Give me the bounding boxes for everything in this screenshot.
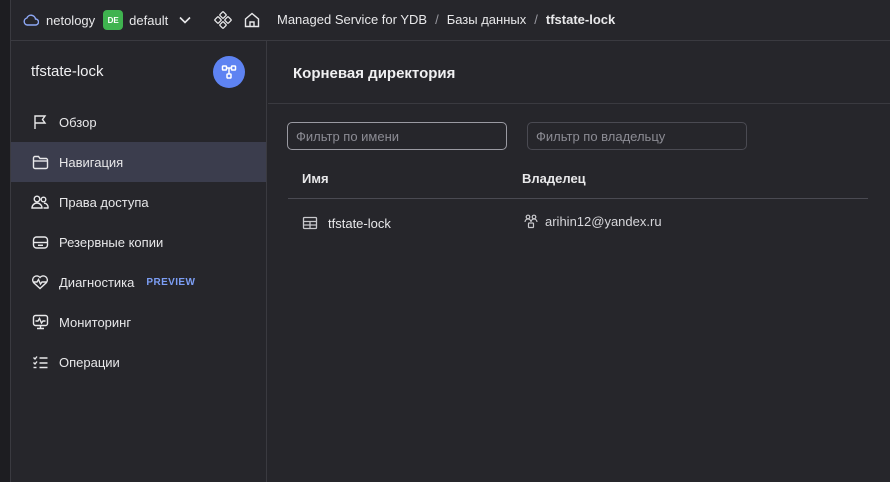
cloud-selector[interactable]: netology xyxy=(23,12,95,28)
breadcrumb-current: tfstate-lock xyxy=(545,12,616,27)
sidebar-item-label: Мониторинг xyxy=(59,314,132,330)
left-edge-strip xyxy=(0,0,11,482)
home-icon[interactable] xyxy=(243,11,261,29)
sidebar-item-label: Обзор xyxy=(59,114,97,130)
folder-name[interactable]: default xyxy=(129,13,168,28)
table-header-divider xyxy=(288,198,868,199)
folder-badge: DE xyxy=(103,10,124,30)
list-icon xyxy=(31,353,49,371)
page-title: Корневая директория xyxy=(293,65,456,82)
sidebar: tfstate-lock Обзор Навигация Права досту… xyxy=(11,41,267,482)
sidebar-item-overview[interactable]: Обзор xyxy=(11,102,266,142)
users-icon xyxy=(31,193,49,211)
database-icon xyxy=(213,56,245,88)
column-header-name[interactable]: Имя xyxy=(302,171,329,186)
backup-icon xyxy=(31,233,49,251)
sidebar-item-label: Диагностика xyxy=(59,274,135,290)
sidebar-item-navigation[interactable]: Навигация xyxy=(11,142,266,182)
heart-pulse-icon xyxy=(31,273,49,291)
sidebar-item-label: Операции xyxy=(59,354,120,370)
sidebar-item-access[interactable]: Права доступа xyxy=(11,182,266,222)
flag-icon xyxy=(31,113,49,131)
sidebar-item-monitoring[interactable]: Мониторинг xyxy=(11,302,266,342)
sidebar-item-backups[interactable]: Резервные копии xyxy=(11,222,266,262)
sidebar-item-label: Резервные копии xyxy=(59,234,164,250)
row-name: tfstate-lock xyxy=(328,215,391,231)
row-name-cell[interactable]: tfstate-lock xyxy=(302,215,391,231)
divider xyxy=(268,103,890,104)
cloud-icon xyxy=(23,12,39,28)
row-owner: arihin12@yandex.ru xyxy=(545,213,662,229)
sidebar-item-diagnostics[interactable]: Диагностика PREVIEW xyxy=(11,262,266,302)
table-icon xyxy=(302,215,318,231)
owner-icon xyxy=(523,213,539,229)
breadcrumb: Managed Service for YDB / Базы данных / … xyxy=(277,12,615,27)
breadcrumb-separator: / xyxy=(534,12,538,27)
sidebar-item-label: Навигация xyxy=(59,154,124,170)
filter-owner-input[interactable] xyxy=(527,122,747,150)
table-row[interactable]: tfstate-lock arihin12@yandex.ru xyxy=(288,207,868,241)
sidebar-item-operations[interactable]: Операции xyxy=(11,342,266,382)
cloud-name: netology xyxy=(46,12,96,28)
filter-name-input[interactable] xyxy=(287,122,507,150)
sidebar-title: tfstate-lock xyxy=(31,63,104,80)
column-header-owner[interactable]: Владелец xyxy=(522,171,586,186)
row-owner-cell: arihin12@yandex.ru xyxy=(523,213,662,229)
breadcrumb-databases[interactable]: Базы данных xyxy=(447,12,527,27)
chevron-down-icon[interactable] xyxy=(178,13,192,27)
main-panel: Корневая директория Имя Владелец tfstate… xyxy=(268,41,890,482)
breadcrumb-service[interactable]: Managed Service for YDB xyxy=(277,12,427,27)
services-icon[interactable] xyxy=(214,11,232,29)
sidebar-item-label: Права доступа xyxy=(59,194,149,210)
folder-icon xyxy=(31,153,49,171)
preview-badge: PREVIEW xyxy=(146,276,196,288)
breadcrumb-separator: / xyxy=(435,12,439,27)
monitor-icon xyxy=(31,313,49,331)
